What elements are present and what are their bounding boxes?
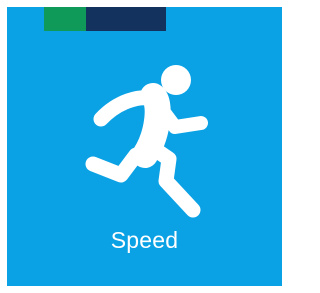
- speed-tile[interactable]: Speed: [7, 31, 282, 286]
- color-stripe: [7, 7, 282, 31]
- stripe-segment-blue-right: [166, 7, 282, 31]
- stripe-segment-green: [44, 7, 86, 31]
- stripe-segment-blue-left: [7, 7, 44, 31]
- stripe-segment-navy: [86, 7, 166, 31]
- running-person-icon: [85, 65, 208, 218]
- tile-label: Speed: [110, 227, 179, 253]
